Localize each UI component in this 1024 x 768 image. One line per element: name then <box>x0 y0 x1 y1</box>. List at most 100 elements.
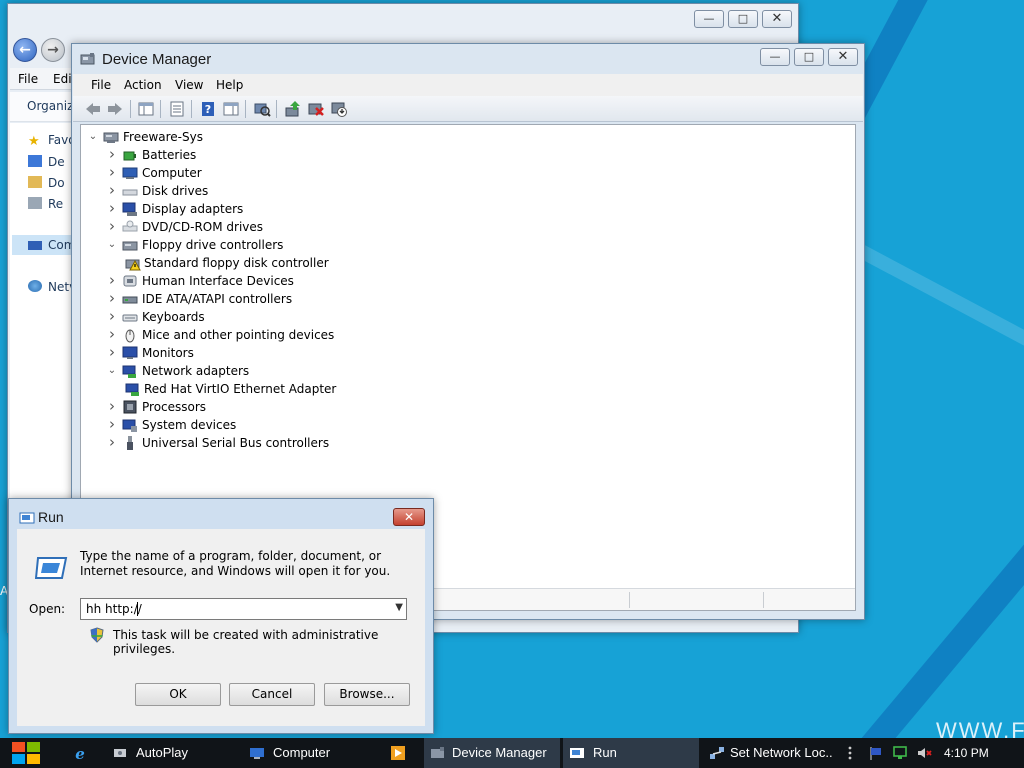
chevron-right-icon[interactable]: › <box>106 326 118 342</box>
minimize-button[interactable]: — <box>694 10 724 28</box>
network-status-icon[interactable] <box>892 745 908 761</box>
close-button[interactable]: ✕ <box>828 48 858 66</box>
chevron-right-icon[interactable]: › <box>106 434 118 450</box>
nav-item-computer[interactable]: Com <box>28 238 75 252</box>
volume-muted-icon[interactable] <box>916 745 932 761</box>
open-combobox[interactable]: hh http:// ▼ <box>80 598 407 620</box>
open-input[interactable]: hh http:// <box>86 602 142 616</box>
properties-toolbar-button[interactable] <box>168 100 186 118</box>
maximize-button[interactable]: □ <box>728 10 758 28</box>
taskbar-item-autoplay[interactable]: AutoPlay <box>106 738 238 768</box>
taskbar-item-device-manager[interactable]: Device Manager <box>424 738 560 768</box>
run-icon <box>19 512 35 524</box>
media-player-taskbar-button[interactable] <box>384 738 414 768</box>
nav-item-favorites[interactable]: ★ Favo <box>28 133 76 149</box>
back-button[interactable]: ← <box>13 38 37 62</box>
display-adapter-icon <box>122 202 137 216</box>
desktop-icon <box>28 155 42 167</box>
toolbar-separator <box>160 100 161 118</box>
device-manager-titlebar[interactable]: Device Manager — □ ✕ <box>72 44 864 74</box>
enable-device-button[interactable] <box>330 100 348 118</box>
menu-file[interactable]: File <box>91 78 111 92</box>
scan-hardware-button[interactable] <box>253 100 271 118</box>
nav-item-recent[interactable]: Re <box>28 197 63 211</box>
run-dialog[interactable]: Run ✕ Type the name of a program, folder… <box>8 498 434 734</box>
battery-icon <box>123 151 136 161</box>
chevron-down-icon[interactable]: ⌄ <box>87 128 99 146</box>
back-toolbar-button[interactable] <box>84 100 102 118</box>
menu-file[interactable]: File <box>18 72 38 86</box>
chevron-down-icon[interactable]: ⌄ <box>106 236 118 254</box>
close-button[interactable]: ✕ <box>762 10 792 28</box>
menu-view[interactable]: View <box>175 78 203 92</box>
help-toolbar-button[interactable]: ? <box>199 100 217 118</box>
nav-item-desktop[interactable]: De <box>28 155 65 169</box>
cancel-button[interactable]: Cancel <box>229 683 315 706</box>
monitor-icon <box>122 346 138 359</box>
tree-item-label: Computer <box>142 166 202 180</box>
disk-drive-icon <box>122 189 138 196</box>
chevron-right-icon[interactable]: › <box>106 416 118 432</box>
forward-toolbar-button[interactable] <box>106 100 124 118</box>
chevron-right-icon[interactable]: › <box>106 182 118 198</box>
taskbar-item-run[interactable]: Run <box>563 738 699 768</box>
chevron-right-icon[interactable]: › <box>106 398 118 414</box>
run-description: Type the name of a program, folder, docu… <box>80 549 391 578</box>
dvd-drive-icon <box>122 220 138 232</box>
maximize-button[interactable]: □ <box>794 48 824 66</box>
chevron-right-icon[interactable]: › <box>106 146 118 162</box>
internet-explorer-icon: e <box>75 745 85 761</box>
arrow-left-icon: ← <box>19 42 31 58</box>
chevron-down-icon[interactable]: ⌄ <box>106 362 118 380</box>
tree-item-label: Keyboards <box>142 310 205 324</box>
taskbar-item-set-network-location[interactable]: Set Network Loc... <box>703 738 833 768</box>
chevron-right-icon[interactable]: › <box>106 200 118 216</box>
close-button[interactable]: ✕ <box>393 508 425 526</box>
taskbar-item-label: Run <box>593 745 617 760</box>
nav-item-downloads[interactable]: Do <box>28 176 65 190</box>
more-options-icon[interactable] <box>846 745 854 761</box>
tree-item-label: Red Hat VirtIO Ethernet Adapter <box>144 382 337 396</box>
network-icon <box>28 280 42 292</box>
device-manager-toolbar: ? <box>73 96 863 122</box>
tree-item-label: Floppy drive controllers <box>142 238 284 252</box>
ide-controller-icon <box>122 296 138 304</box>
menu-action[interactable]: Action <box>124 78 162 92</box>
tree-item-label: DVD/CD-ROM drives <box>142 220 264 234</box>
chevron-right-icon[interactable]: › <box>106 272 118 288</box>
internet-explorer-taskbar-button[interactable]: e <box>62 738 100 768</box>
ok-button[interactable]: OK <box>135 683 221 706</box>
chevron-right-icon[interactable]: › <box>106 308 118 324</box>
chevron-right-icon[interactable]: › <box>106 290 118 306</box>
chevron-down-icon[interactable]: ▼ <box>395 602 403 613</box>
taskbar: e AutoPlay Computer Device Manager Run S… <box>0 738 1024 768</box>
nav-item-network[interactable]: Netv <box>28 280 76 294</box>
browse-button[interactable]: Browse... <box>324 683 410 706</box>
show-action-pane-button[interactable] <box>222 100 240 118</box>
tree-item-label: Mice and other pointing devices <box>142 328 335 342</box>
taskbar-clock[interactable]: 4:10 PM <box>944 738 989 768</box>
svg-text:e: e <box>75 745 85 761</box>
minimize-button[interactable]: — <box>760 48 790 66</box>
update-driver-button[interactable] <box>284 100 302 118</box>
warning-device-icon <box>125 259 141 271</box>
show-hide-tree-button[interactable] <box>137 100 155 118</box>
device-manager-menubar: File Action View Help <box>73 74 863 96</box>
nav-item-label: Re <box>48 197 64 211</box>
window-controls: — □ ✕ <box>760 48 858 66</box>
close-icon: ✕ <box>837 49 849 64</box>
chevron-right-icon[interactable]: › <box>106 344 118 360</box>
chevron-right-icon[interactable]: › <box>106 164 118 180</box>
chevron-right-icon[interactable]: › <box>106 218 118 234</box>
maximize-icon: □ <box>803 50 815 63</box>
window-controls: — □ ✕ <box>694 10 792 28</box>
start-button[interactable] <box>10 740 42 766</box>
action-center-flag-icon[interactable] <box>868 745 884 761</box>
uninstall-device-button[interactable] <box>307 100 325 118</box>
open-label: Open: <box>29 602 66 616</box>
network-icon <box>710 747 724 759</box>
menu-help[interactable]: Help <box>216 78 243 92</box>
uninstall-icon <box>308 103 324 116</box>
taskbar-item-computer[interactable]: Computer <box>243 738 375 768</box>
forward-button[interactable]: → <box>41 38 65 62</box>
